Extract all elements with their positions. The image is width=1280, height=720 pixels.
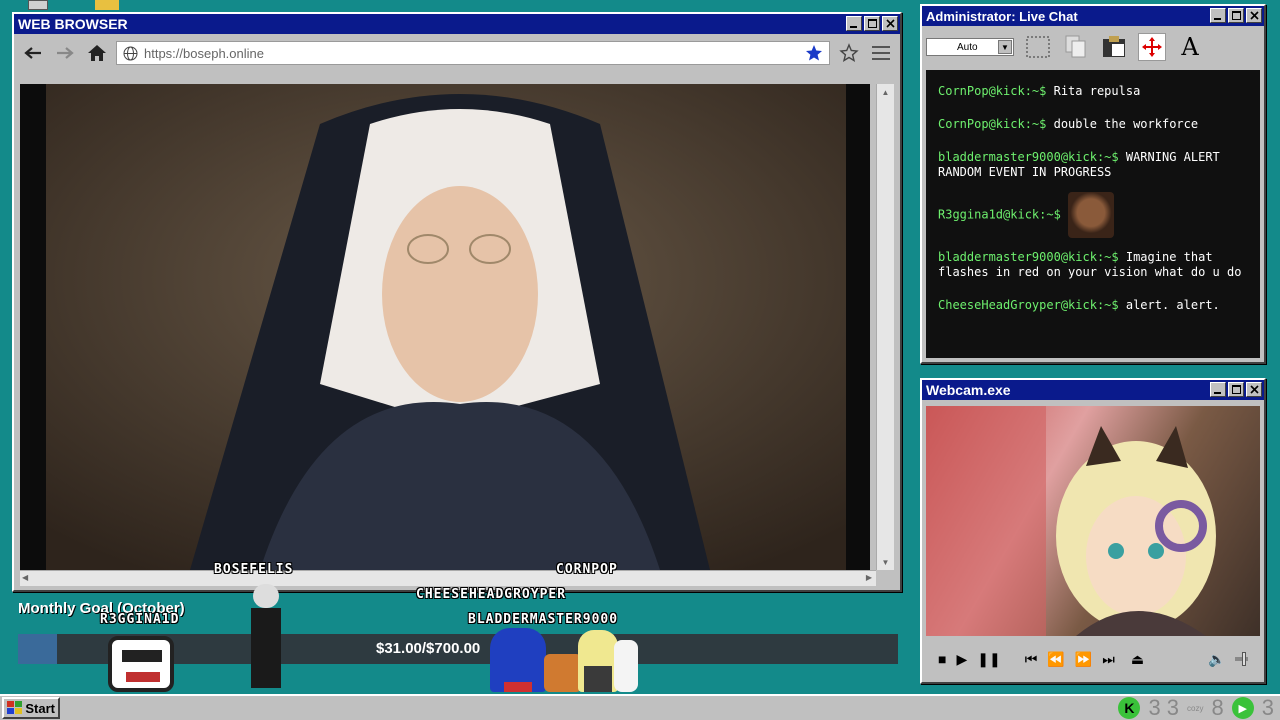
- viewer-name: CORNPOP: [556, 562, 618, 577]
- maximize-button[interactable]: [1228, 382, 1244, 397]
- close-button[interactable]: [1246, 8, 1262, 23]
- chevron-down-icon: ▼: [998, 40, 1012, 54]
- menu-icon[interactable]: [868, 40, 894, 66]
- horizontal-scrollbar[interactable]: ◀ ▶: [20, 570, 876, 586]
- browser-toolbar: https://boseph.online: [14, 34, 900, 72]
- character-sprite: [614, 640, 638, 692]
- url-text: https://boseph.online: [144, 45, 264, 61]
- pause-button[interactable]: ❚❚: [977, 651, 1000, 668]
- chat-log: CornPop@kick:~$ Rita repulsa CornPop@kic…: [926, 70, 1260, 358]
- eject-button[interactable]: ⏏: [1131, 651, 1144, 668]
- chat-message: bladdermaster9000@kick:~$ Imagine that f…: [938, 250, 1242, 279]
- volume-icon[interactable]: 🔈: [1208, 651, 1225, 668]
- volume-slider[interactable]: [1235, 652, 1248, 666]
- viewer-name: CHEESEHEADGROYPER: [416, 587, 567, 602]
- address-bar[interactable]: https://boseph.online: [116, 41, 830, 65]
- webcam-titlebar[interactable]: Webcam.exe: [922, 380, 1264, 400]
- chat-message: R3ggina1d@kick:~$: [938, 192, 1248, 238]
- desktop-icon[interactable]: [28, 0, 48, 10]
- scroll-down-arrow[interactable]: ▼: [877, 554, 894, 570]
- scroll-up-arrow[interactable]: ▲: [877, 84, 894, 100]
- goal-progress-fill: [18, 634, 57, 664]
- move-icon[interactable]: [1138, 33, 1166, 61]
- close-button[interactable]: [1246, 382, 1262, 397]
- chat-titlebar[interactable]: Administrator: Live Chat: [922, 6, 1264, 26]
- font-size-select[interactable]: Auto ▼: [926, 38, 1014, 56]
- browser-titlebar[interactable]: WEB BROWSER: [14, 14, 900, 34]
- close-button[interactable]: [882, 16, 898, 31]
- bookmarked-star-icon[interactable]: [805, 44, 823, 62]
- previous-button[interactable]: ⏮: [1025, 651, 1038, 668]
- home-button[interactable]: [84, 40, 110, 66]
- scroll-right-arrow[interactable]: ▶: [866, 573, 872, 582]
- character-sprite: [578, 630, 618, 692]
- browser-window: WEB BROWSER https://boseph.online ▲ ▼ ◀ …: [12, 12, 902, 592]
- vertical-scrollbar[interactable]: ▲ ▼: [876, 84, 894, 570]
- character-sprite: [244, 584, 288, 692]
- live-chat-window: Administrator: Live Chat Auto ▼ A CornPop…: [920, 4, 1266, 364]
- desktop-icon[interactable]: [95, 0, 119, 10]
- page-content-image: [20, 84, 870, 570]
- chat-title: Administrator: Live Chat: [926, 8, 1078, 24]
- fast-forward-button[interactable]: ⏩: [1075, 651, 1092, 668]
- goal-amount: $31.00/$700.00: [376, 640, 481, 657]
- font-icon[interactable]: A: [1176, 33, 1204, 61]
- tray-counter-a: 3 3: [1148, 695, 1180, 720]
- system-tray: K 3 3 cozy 8 ▶ 3: [1118, 695, 1274, 720]
- select-icon[interactable]: [1024, 33, 1052, 61]
- emote-image: [1068, 192, 1115, 238]
- next-button[interactable]: ⏭: [1102, 651, 1115, 668]
- play-icon[interactable]: ▶: [1231, 697, 1254, 719]
- paste-icon[interactable]: [1100, 33, 1128, 61]
- viewer-name: R3GGINA1D: [100, 612, 180, 627]
- chat-message: CornPop@kick:~$ double the workforce: [938, 117, 1199, 131]
- character-sprite: [108, 636, 174, 692]
- globe-icon: [123, 46, 138, 60]
- viewer-name: BOSEFELIS: [214, 562, 294, 577]
- webcam-title: Webcam.exe: [926, 382, 1011, 398]
- kick-icon[interactable]: K: [1118, 697, 1141, 719]
- maximize-button[interactable]: [1228, 8, 1244, 23]
- webcam-video: [926, 406, 1260, 636]
- minimize-button[interactable]: [1210, 382, 1226, 397]
- back-button[interactable]: [20, 40, 46, 66]
- character-sprite: [490, 628, 546, 692]
- viewer-name: BLADDERMASTER9000: [468, 612, 619, 627]
- stop-button[interactable]: ■: [938, 651, 946, 667]
- tray-counter-b: 8: [1211, 695, 1224, 720]
- rewind-button[interactable]: ⏪: [1047, 651, 1064, 668]
- tray-counter-c: 3: [1261, 695, 1274, 720]
- browser-title: WEB BROWSER: [18, 16, 128, 32]
- minimize-button[interactable]: [846, 16, 862, 31]
- windows-logo-icon: [7, 701, 22, 714]
- play-button[interactable]: ▶: [956, 651, 967, 668]
- chat-message: CornPop@kick:~$ Rita repulsa: [938, 84, 1141, 98]
- character-sprite: [544, 654, 582, 692]
- copy-icon[interactable]: [1062, 33, 1090, 61]
- tray-cozy-label: cozy: [1187, 703, 1204, 713]
- scroll-left-arrow[interactable]: ◀: [22, 573, 28, 582]
- taskbar: Start K 3 3 cozy 8 ▶ 3: [0, 694, 1280, 720]
- chat-toolbar: Auto ▼ A: [922, 26, 1264, 68]
- chat-message: CheeseHeadGroyper@kick:~$ alert. alert.: [938, 298, 1220, 312]
- media-controls: ■ ▶ ❚❚ ⏮ ⏪ ⏩ ⏭ ⏏ 🔈: [926, 642, 1260, 676]
- favorites-star-icon[interactable]: [836, 40, 862, 66]
- maximize-button[interactable]: [864, 16, 880, 31]
- forward-button[interactable]: [52, 40, 78, 66]
- minimize-button[interactable]: [1210, 8, 1226, 23]
- chat-message: bladdermaster9000@kick:~$ WARNING ALERT …: [938, 150, 1220, 179]
- start-button[interactable]: Start: [2, 697, 60, 719]
- webcam-window: Webcam.exe ■ ▶ ❚❚ ⏮ ⏪ ⏩ ⏭ ⏏ 🔈: [920, 378, 1266, 684]
